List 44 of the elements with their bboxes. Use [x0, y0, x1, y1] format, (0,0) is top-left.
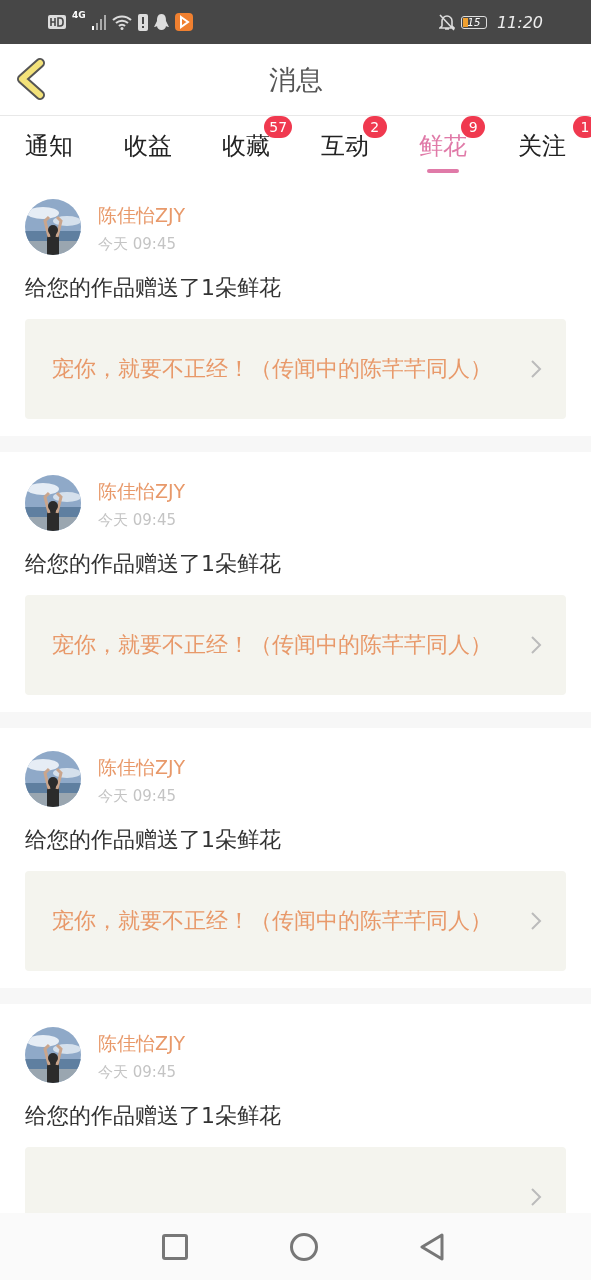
work-link[interactable]: 宠你，就要不正经！（传闻中的陈芊芊同人）: [25, 595, 566, 695]
timestamp: 今天 09:45: [98, 1063, 177, 1082]
wifi-icon: [111, 14, 132, 30]
clock: 11:20: [496, 12, 543, 32]
message-text: 给您的作品赠送了1朵鲜花: [25, 1102, 282, 1130]
count-badge: 2: [362, 116, 387, 138]
tab[interactable]: 鲜花 9: [394, 116, 493, 176]
user-name[interactable]: 陈佳怡ZJY: [98, 755, 186, 781]
timestamp: 今天 09:45: [98, 511, 177, 530]
chevron-right-icon: [530, 359, 542, 379]
chevron-right-icon: [530, 911, 542, 931]
chevron-right-icon: [530, 1187, 542, 1207]
work-link[interactable]: 宠你，就要不正经！（传闻中的陈芊芊同人）: [25, 871, 566, 971]
bell-off-icon: [438, 13, 455, 31]
signal-icon: [91, 14, 106, 30]
tab[interactable]: 互动 2: [295, 116, 394, 176]
selected-underline: [427, 169, 460, 173]
back-icon[interactable]: [419, 1232, 444, 1261]
battery-icon: 15: [460, 15, 487, 29]
penguin-icon: [153, 13, 169, 31]
timestamp: 今天 09:45: [98, 787, 177, 806]
hd-icon: [48, 15, 66, 29]
timestamp: 今天 09:45: [98, 235, 177, 254]
home-icon[interactable]: [289, 1232, 318, 1261]
user-name[interactable]: 陈佳怡ZJY: [98, 1031, 186, 1057]
back-button[interactable]: [14, 58, 48, 100]
user-name[interactable]: 陈佳怡ZJY: [98, 203, 186, 229]
tab[interactable]: 收藏 57: [197, 116, 296, 176]
play-icon: [174, 13, 193, 31]
page-title: 消息: [268, 62, 323, 97]
work-link[interactable]: 宠你，就要不正经！（传闻中的陈芊芊同人）: [25, 319, 566, 419]
tab[interactable]: 收益: [98, 116, 197, 176]
message-text: 给您的作品赠送了1朵鲜花: [25, 826, 282, 854]
recent-apps-icon[interactable]: [161, 1233, 188, 1260]
user-name[interactable]: 陈佳怡ZJY: [98, 479, 186, 505]
chevron-right-icon: [530, 635, 542, 655]
count-badge: 1: [573, 116, 591, 138]
message-text: 给您的作品赠送了1朵鲜花: [25, 550, 282, 578]
tab[interactable]: 通知: [0, 116, 99, 176]
network-type: 4G: [72, 10, 86, 20]
message-text: 给您的作品赠送了1朵鲜花: [25, 274, 282, 302]
count-badge: 9: [461, 116, 486, 138]
alert-icon: [137, 13, 148, 31]
tab[interactable]: 关注 1: [492, 116, 591, 176]
